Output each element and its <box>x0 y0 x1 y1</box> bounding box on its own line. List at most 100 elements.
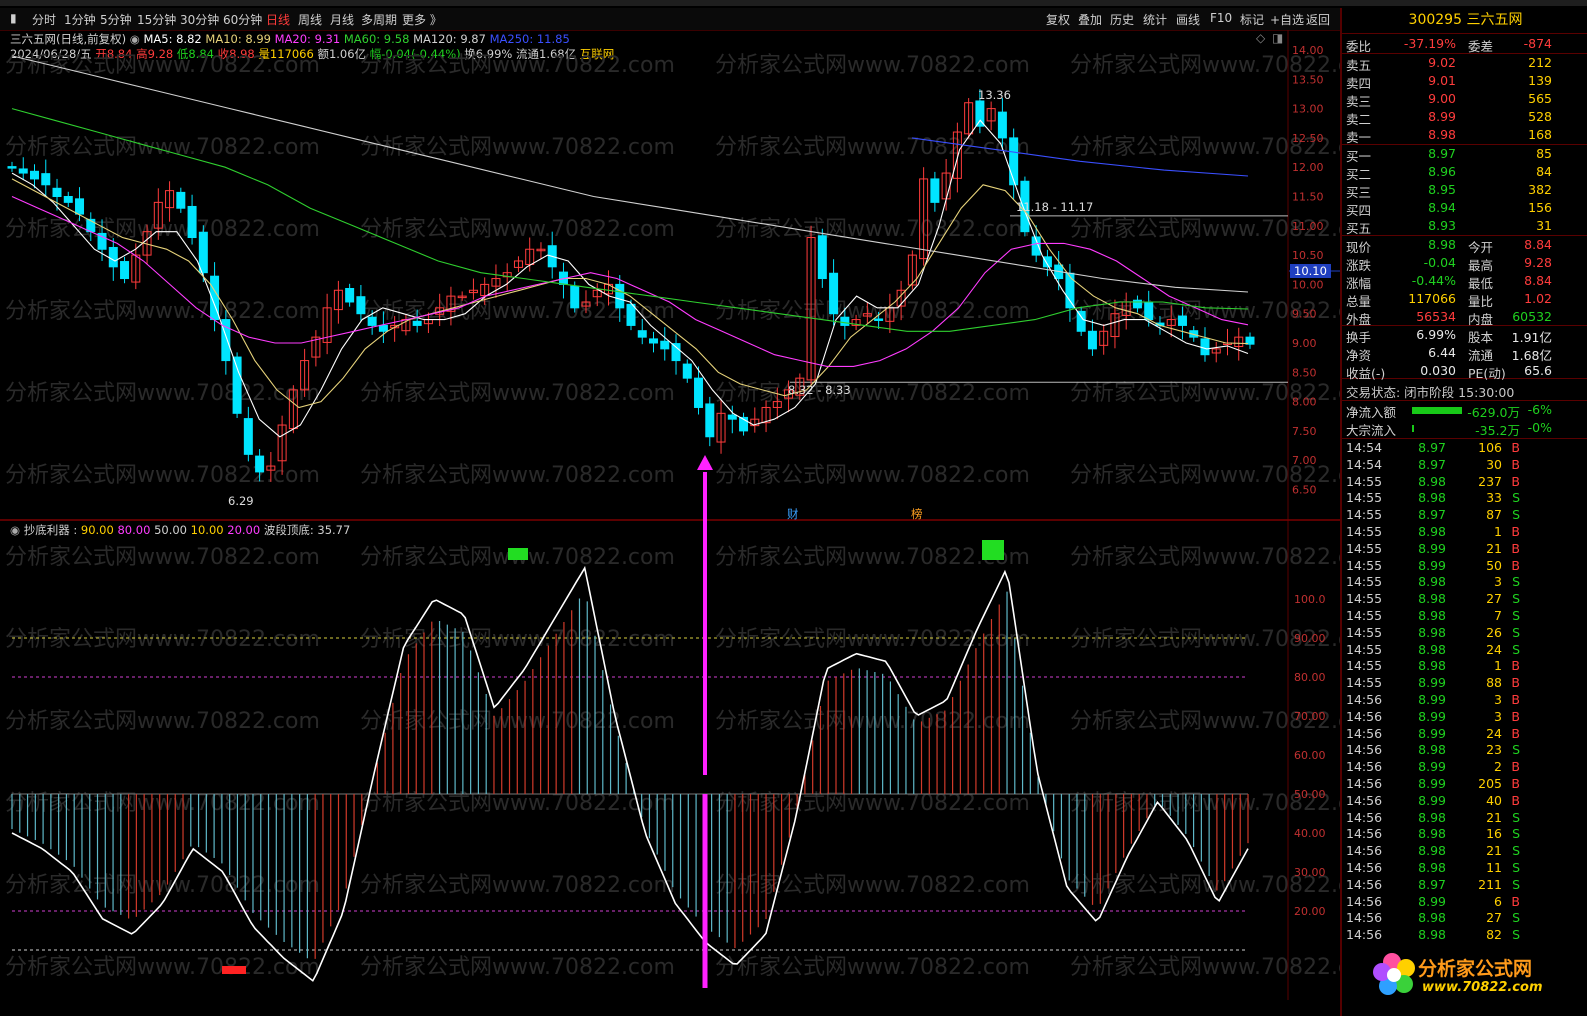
netflow-row: 净流入额 -629.0万 -6% <box>1346 402 1586 420</box>
price-tick: 13.00 <box>1292 103 1324 116</box>
candle-down <box>63 196 73 203</box>
tick-row[interactable]: 14:55 8.97 87 S <box>1346 507 1586 524</box>
tick-volume: 33 <box>1486 490 1502 506</box>
bid-row[interactable]: 买五 8.93 31 <box>1346 218 1586 236</box>
tick-price: 8.98 <box>1418 658 1446 674</box>
ask-row[interactable]: 卖四 9.01 139 <box>1346 73 1586 91</box>
event-bang[interactable]: 榜 <box>911 506 923 522</box>
tick-row[interactable]: 14:56 8.99 2 B <box>1346 759 1586 776</box>
tick-side: S <box>1512 591 1520 607</box>
stat-row-label2: 最高 <box>1468 258 1494 273</box>
tick-row[interactable]: 14:56 8.99 205 B <box>1346 776 1586 793</box>
tick-side: S <box>1512 507 1520 523</box>
tick-row[interactable]: 14:55 8.98 237 B <box>1346 474 1586 491</box>
watermark-text: 分析家公式网www.70822.com <box>5 463 320 488</box>
tick-row[interactable]: 14:56 8.98 21 S <box>1346 810 1586 827</box>
ask-row[interactable]: 卖三 9.00 565 <box>1346 91 1586 109</box>
ask-label: 卖四 <box>1346 76 1372 91</box>
indicator-tick: 80.00 <box>1294 671 1326 684</box>
bid-volume: 382 <box>1528 182 1552 197</box>
candle-down <box>1065 272 1075 309</box>
chart-area[interactable]: 分析家公式网www.70822.com 分析家公式网www.70822.com 分析… <box>0 0 1340 1016</box>
stat-row[interactable]: 总量 117066 量比 1.02 <box>1346 291 1586 309</box>
bid-row[interactable]: 买四 8.94 156 <box>1346 200 1586 218</box>
tick-side: S <box>1512 490 1520 506</box>
tick-row[interactable]: 14:55 8.98 3 S <box>1346 574 1586 591</box>
tick-volume: 30 <box>1486 456 1502 472</box>
tick-row[interactable]: 14:56 8.98 82 S <box>1346 927 1586 944</box>
stat2-row[interactable]: 换手 6.99% 股本 1.91亿 <box>1346 327 1586 345</box>
tick-row[interactable]: 14:55 8.98 1 B <box>1346 524 1586 541</box>
stat2-row-label2: 股本 <box>1468 330 1494 345</box>
ask-volume: 565 <box>1528 91 1552 106</box>
logo-url: www.70822.com <box>1422 980 1543 995</box>
netflow-bar <box>1412 407 1462 414</box>
stat-row[interactable]: 外盘 56534 内盘 60532 <box>1346 309 1586 327</box>
candle-down <box>120 261 130 280</box>
tick-row[interactable]: 14:55 8.98 24 S <box>1346 642 1586 659</box>
tick-row[interactable]: 14:56 8.99 6 B <box>1346 894 1586 911</box>
tick-side: B <box>1511 776 1520 791</box>
tick-row[interactable]: 14:56 8.98 21 S <box>1346 843 1586 860</box>
candle-down <box>1009 137 1019 186</box>
tick-row[interactable]: 14:55 8.99 50 B <box>1346 558 1586 575</box>
tick-row[interactable]: 14:55 8.98 7 S <box>1346 608 1586 625</box>
tick-row[interactable]: 14:56 8.99 3 B <box>1346 692 1586 709</box>
tick-side: B <box>1511 675 1520 691</box>
tick-price: 8.97 <box>1418 876 1446 892</box>
watermark-text: 分析家公式网www.70822.com <box>5 709 320 734</box>
tick-row[interactable]: 14:55 8.98 27 S <box>1346 591 1586 608</box>
tick-row[interactable]: 14:56 8.98 27 S <box>1346 910 1586 927</box>
tick-row[interactable]: 14:55 8.99 21 B <box>1346 541 1586 558</box>
bid-label: 买二 <box>1346 167 1372 182</box>
tick-time: 14:54 <box>1346 440 1383 455</box>
tick-row[interactable]: 14:56 8.98 16 S <box>1346 826 1586 843</box>
tick-side: S <box>1512 574 1520 590</box>
tick-side: B <box>1511 792 1520 808</box>
tick-row[interactable]: 14:56 8.98 23 S <box>1346 742 1586 759</box>
tick-side: S <box>1512 641 1520 657</box>
event-cai[interactable]: 财 <box>787 506 799 522</box>
bid-row[interactable]: 买二 8.96 84 <box>1346 164 1586 182</box>
ask-row[interactable]: 卖一 8.98 168 <box>1346 127 1586 145</box>
ask-row[interactable]: 卖二 8.99 528 <box>1346 109 1586 127</box>
ask-row[interactable]: 卖五 9.02 212 <box>1346 55 1586 73</box>
bid-row[interactable]: 买三 8.95 382 <box>1346 182 1586 200</box>
tick-price: 8.98 <box>1418 641 1446 657</box>
price-tick: 12.50 <box>1292 132 1324 145</box>
candle-down <box>840 316 850 326</box>
stat2-row[interactable]: 净资 6.44 流通 1.68亿 <box>1346 345 1586 363</box>
indicator-tick: 100.0 <box>1294 593 1326 606</box>
tick-row[interactable]: 14:54 8.97 106 B <box>1346 440 1586 457</box>
tick-row[interactable]: 14:56 8.98 11 S <box>1346 860 1586 877</box>
stat-row[interactable]: 涨幅 -0.44% 最低 8.84 <box>1346 273 1586 291</box>
tick-volume: 106 <box>1478 440 1502 455</box>
stat-row[interactable]: 涨跌 -0.04 最高 9.28 <box>1346 255 1586 273</box>
tick-time: 14:55 <box>1346 675 1383 691</box>
tick-side: S <box>1512 927 1520 943</box>
tick-row[interactable]: 14:56 8.97 211 S <box>1346 877 1586 894</box>
tick-row[interactable]: 14:55 8.98 26 S <box>1346 625 1586 642</box>
ask-price: 8.99 <box>1428 109 1456 124</box>
tick-row[interactable]: 14:55 8.98 1 B <box>1346 658 1586 675</box>
tick-row[interactable]: 14:54 8.97 30 B <box>1346 457 1586 474</box>
tick-row[interactable]: 14:56 8.99 40 B <box>1346 793 1586 810</box>
tick-volume: 24 <box>1486 641 1502 657</box>
stat2-row[interactable]: 收益(-) 0.030 PE(动) 65.6 <box>1346 363 1586 381</box>
tick-volume: 50 <box>1486 557 1502 573</box>
high-label: 13.36 <box>978 88 1011 102</box>
tick-row[interactable]: 14:55 8.98 33 S <box>1346 490 1586 507</box>
tick-row[interactable]: 14:55 8.99 88 B <box>1346 675 1586 692</box>
stat2-row-label: 净资 <box>1346 348 1372 363</box>
tick-row[interactable]: 14:56 8.99 3 B <box>1346 709 1586 726</box>
stat-row[interactable]: 现价 8.98 今开 8.84 <box>1346 237 1586 255</box>
tick-row[interactable]: 14:56 8.99 24 B <box>1346 726 1586 743</box>
candle-down <box>367 316 377 326</box>
tick-price: 8.99 <box>1418 792 1446 808</box>
stat-row-value: 56534 <box>1416 309 1456 324</box>
bid-row[interactable]: 买一 8.97 85 <box>1346 146 1586 164</box>
candle-down <box>108 246 118 268</box>
stat2-row-value: 6.99% <box>1416 327 1456 342</box>
candle-down <box>255 455 265 473</box>
stat-row-value2: 8.84 <box>1524 237 1552 252</box>
